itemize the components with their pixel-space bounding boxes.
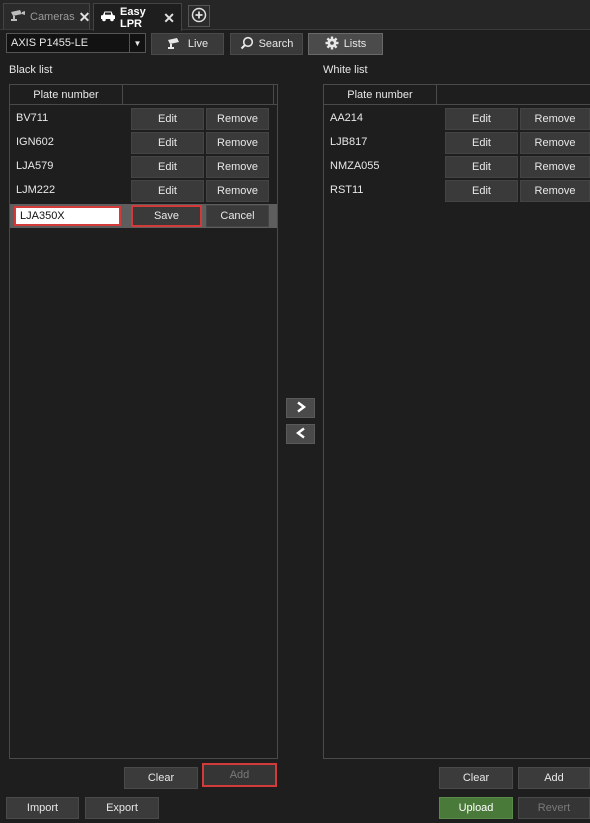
edit-button[interactable]: Edit: [445, 156, 518, 178]
import-button[interactable]: Import: [6, 797, 79, 819]
plate-number: LJA579: [16, 160, 54, 172]
plate-number: IGN602: [16, 136, 54, 148]
white-list-add-button[interactable]: Add: [518, 767, 590, 789]
remove-button[interactable]: Remove: [206, 108, 269, 130]
table-row: NMZA055 Edit Remove: [324, 156, 590, 178]
chevron-left-icon: [295, 427, 307, 442]
table-row: RST11 Edit Remove: [324, 180, 590, 202]
close-icon[interactable]: ✕: [163, 11, 175, 25]
black-list-title: Black list: [9, 64, 53, 76]
table-row: LJM222 Edit Remove: [10, 180, 277, 202]
revert-button[interactable]: Revert: [518, 797, 590, 819]
save-button[interactable]: Save: [131, 205, 202, 227]
table-row: LJA579 Edit Remove: [10, 156, 277, 178]
edit-row: Save Cancel: [10, 204, 277, 228]
lists-button[interactable]: Lists: [308, 33, 383, 55]
edit-button[interactable]: Edit: [445, 132, 518, 154]
chevron-right-icon: [295, 401, 307, 416]
column-divider: [273, 85, 274, 105]
white-list-clear-button[interactable]: Clear: [439, 767, 513, 789]
column-header-plate-number: Plate number: [10, 85, 123, 105]
table-row: LJB817 Edit Remove: [324, 132, 590, 154]
plate-number: AA214: [330, 112, 364, 124]
white-list-panel: Plate number AA214 Edit Remove LJB817 Ed…: [323, 84, 590, 759]
edit-button[interactable]: Edit: [445, 108, 518, 130]
column-header-plate-number: Plate number: [324, 85, 437, 105]
gear-icon: [325, 36, 339, 53]
move-to-white-list-button[interactable]: [286, 398, 315, 418]
edit-button[interactable]: Edit: [131, 180, 204, 202]
add-tab-button[interactable]: [188, 5, 210, 27]
white-list-title: White list: [323, 64, 368, 76]
table-header: Plate number: [10, 85, 277, 105]
black-list-clear-button[interactable]: Clear: [124, 767, 198, 789]
remove-button[interactable]: Remove: [206, 132, 269, 154]
black-list-panel: Plate number BV711 Edit Remove IGN602 Ed…: [9, 84, 278, 759]
car-icon: [100, 10, 116, 25]
export-button[interactable]: Export: [85, 797, 159, 819]
tab-label: Easy LPR: [120, 5, 146, 30]
plate-number: BV711: [16, 112, 49, 124]
table-header: Plate number: [324, 85, 590, 105]
edit-button[interactable]: Edit: [445, 180, 518, 202]
camera-select-value: AXIS P1455-LE: [11, 37, 89, 49]
tab-easy-lpr[interactable]: Easy LPR ✕: [93, 3, 182, 31]
lists-label: Lists: [343, 38, 367, 50]
table-row: BV711 Edit Remove: [10, 108, 277, 130]
toolbar: AXIS P1455-LE ▼ Live Search Lists: [0, 33, 590, 55]
plate-number: RST11: [330, 184, 364, 196]
remove-button[interactable]: Remove: [520, 180, 590, 202]
tab-label: Cameras: [30, 10, 75, 23]
edit-button[interactable]: Edit: [131, 108, 204, 130]
search-icon: [240, 36, 254, 53]
plate-number: LJM222: [16, 184, 56, 196]
camera-icon: [167, 37, 183, 52]
edit-button[interactable]: Edit: [131, 156, 204, 178]
plus-circle-icon: [191, 7, 207, 26]
plate-number: NMZA055: [330, 160, 380, 172]
camera-icon: [10, 9, 26, 24]
plate-number-input[interactable]: [14, 206, 121, 226]
search-label: Search: [258, 38, 294, 50]
remove-button[interactable]: Remove: [520, 156, 590, 178]
black-list-add-button[interactable]: Add: [202, 763, 277, 787]
tab-cameras[interactable]: Cameras ✕: [3, 3, 90, 29]
move-to-black-list-button[interactable]: [286, 424, 315, 444]
table-row: AA214 Edit Remove: [324, 108, 590, 130]
upload-button[interactable]: Upload: [439, 797, 513, 819]
chevron-down-icon: ▼: [129, 34, 145, 52]
edit-button[interactable]: Edit: [131, 132, 204, 154]
tab-bar: Cameras ✕ Easy LPR ✕: [0, 0, 590, 31]
table-row: IGN602 Edit Remove: [10, 132, 277, 154]
live-label: Live: [187, 38, 209, 50]
cancel-button[interactable]: Cancel: [206, 205, 269, 227]
close-icon[interactable]: ✕: [79, 10, 91, 24]
remove-button[interactable]: Remove: [520, 108, 590, 130]
plate-number: LJB817: [330, 136, 368, 148]
remove-button[interactable]: Remove: [206, 156, 269, 178]
remove-button[interactable]: Remove: [520, 132, 590, 154]
camera-select[interactable]: AXIS P1455-LE ▼: [6, 33, 146, 53]
live-button[interactable]: Live: [151, 33, 224, 55]
search-button[interactable]: Search: [230, 33, 303, 55]
remove-button[interactable]: Remove: [206, 180, 269, 202]
